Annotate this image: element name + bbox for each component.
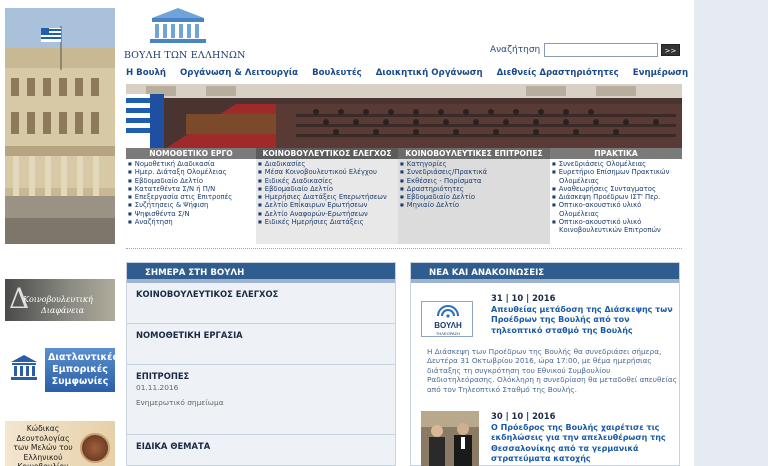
category-committees[interactable]: ΚΟΙΝΟΒΟΥΛΕΥΤΙΚΕΣ ΕΠΙΤΡΟΠΕΣ [398, 148, 550, 159]
today-item[interactable]: ΕΙΔΙΚΑ ΘΕΜΑΤΑ [127, 435, 395, 465]
list-item[interactable]: Κατηγορίες [400, 160, 550, 168]
agreements-text: Διατλαντικές Εμπορικές Συμφωνίες [45, 348, 118, 392]
news-item[interactable]: 30 | 10 | 2016 Ο Πρόεδρος της Βουλής χαι… [419, 411, 675, 466]
today-item-title: ΚΟΙΝΟΒΟΥΛΕΥΤΙΚΟΣ ΕΛΕΓΧΟΣ [136, 289, 279, 299]
nav-item-international[interactable]: Διεθνείς Δραστηριότητες [497, 68, 619, 82]
list-item[interactable]: Δελτίο Επίκαιρων Ερωτήσεων [258, 201, 398, 209]
transatlantic-agreements-banner[interactable]: Διατλαντικές Εμπορικές Συμφωνίες [5, 348, 118, 394]
today-item[interactable]: ΕΠΙΤΡΟΠΕΣ 01.11.2016 Ενημερωτικό σημείωμ… [127, 365, 395, 435]
category-headers: ΝΟΜΟΘΕΤΙΚΟ ΕΡΓΟ ΚΟΙΝΟΒΟΥΛΕΥΤΙΚΟΣ ΕΛΕΓΧΟΣ… [126, 148, 682, 159]
category-legislative[interactable]: ΝΟΜΟΘΕΤΙΚΟ ΕΡΓΟ [126, 148, 256, 159]
list-item[interactable]: Ημερήσιες Διατάξεις Επερωτήσεων [258, 193, 398, 201]
temple-icon [11, 355, 37, 380]
today-in-parliament-panel: ΣΗΜΕΡΑ ΣΤΗ ΒΟΥΛΗ ΚΟΙΝΟΒΟΥΛΕΥΤΙΚΟΣ ΕΛΕΓΧΟ… [126, 262, 396, 466]
nav-item-administration[interactable]: Διοικητική Οργάνωση [376, 68, 483, 82]
today-item-title: ΝΟΜΟΘΕΤΙΚΗ ΕΡΓΑΣΙΑ [136, 330, 243, 340]
news-date: 31 | 10 | 2016 [491, 293, 556, 303]
list-item[interactable]: Οπτικο-ακουστικό υλικό [552, 201, 682, 209]
plenary-chamber-photo [126, 84, 682, 148]
legislative-links: Νομοθετική Διαδικασία Ημερ. Διάταξη Ολομ… [126, 159, 256, 244]
list-item[interactable]: Αναζήτηση [128, 218, 256, 226]
list-item[interactable]: Ευρετήριο Επίσημων Πρακτικών [552, 168, 682, 176]
today-item-note[interactable]: Ενημερωτικό σημείωμα [136, 398, 386, 407]
news-panel: ΝΕΑ ΚΑΙ ΑΝΑΚΟΙΝΩΣΕΙΣ ΒΟΥΛΗ ΤΗΛΕΟΡΑΣΗ 31 … [410, 262, 680, 466]
control-links: Διαδικασίες Μέσα Κοινοβουλευτικού Ελέγχο… [256, 159, 398, 244]
nav-item-organization[interactable]: Οργάνωση & Λειτουργία [180, 68, 298, 82]
list-item[interactable]: Ολομέλειας [552, 210, 682, 218]
list-item[interactable]: Ολομέλειας [552, 177, 682, 185]
list-item[interactable]: Ειδικές Διαδικασίες [258, 177, 398, 185]
category-parliamentary-control[interactable]: ΚΟΙΝΟΒΟΥΛΕΥΤΙΚΟΣ ΕΛΕΓΧΟΣ [256, 148, 398, 159]
nav-item-mps[interactable]: Βουλευτές [312, 68, 362, 82]
list-item[interactable]: Ψηφισθέντα Σ/Ν [128, 210, 256, 218]
list-item[interactable]: Ημερ. Διάταξη Ολομέλειας [128, 168, 256, 176]
list-item[interactable]: Δραστηριότητες [400, 185, 550, 193]
minutes-links: Συνεδριάσεις Ολομέλειας Ευρετήριο Επίσημ… [550, 159, 682, 244]
today-item-date: 01.11.2016 [136, 383, 179, 392]
list-item[interactable]: Εκθέσεις - Πορίσματα [400, 177, 550, 185]
list-item[interactable]: Αναθεωρήσεις Συνταγματος [552, 185, 682, 193]
list-item[interactable]: Δελτίο Αναφορών-Ερωτήσεων [258, 210, 398, 218]
list-item[interactable]: Εβδομαδιαίο Δελτίο [258, 185, 398, 193]
today-item[interactable]: ΝΟΜΟΘΕΤΙΚΗ ΕΡΓΑΣΙΑ [127, 324, 395, 365]
right-gutter [694, 0, 768, 466]
list-item[interactable]: Οπτικο-ακουστικό υλικό [552, 218, 682, 226]
logo-text: ΒΟΥΛΗ ΤΩΝ ΕΛΛΗΝΩΝ [124, 50, 246, 61]
search-input[interactable] [544, 43, 658, 57]
list-item[interactable]: Επεξεργασία στις Επιτροπές [128, 193, 256, 201]
category-lists: Νομοθετική Διαδικασία Ημερ. Διάταξη Ολομ… [126, 159, 682, 244]
tv-logo-title: ΒΟΥΛΗ [434, 321, 462, 330]
parliament-logo-icon [146, 6, 210, 46]
section-divider [126, 248, 682, 249]
list-item[interactable]: Εβδομαδιαίο Δελτίο [128, 177, 256, 185]
list-item[interactable]: Μέσα Κοινοβουλευτικού Ελέγχου [258, 168, 398, 176]
ethics-seal-icon [80, 433, 110, 463]
parliament-building-photo [5, 8, 115, 244]
parliament-tv-logo: ΒΟΥΛΗ ΤΗΛΕΟΡΑΣΗ [421, 301, 473, 337]
today-item[interactable]: ΚΟΙΝΟΒΟΥΛΕΥΤΙΚΟΣ ΕΛΕΓΧΟΣ [127, 283, 395, 324]
nav-item-news[interactable]: Ενημέρωση [633, 68, 688, 82]
news-photo [421, 411, 479, 466]
news-headline[interactable]: Απευθείας μετάδοση της Διάσκεψης των Προ… [491, 305, 677, 336]
tv-logo-subtitle: ΤΗΛΕΟΡΑΣΗ [436, 331, 460, 336]
today-item-title: ΕΠΙΤΡΟΠΕΣ [136, 371, 190, 381]
category-minutes[interactable]: ΠΡΑΚΤΙΚΑ [550, 148, 682, 159]
search-button[interactable]: >> [661, 44, 680, 56]
list-item[interactable]: Μηνιαίο Δελτίο [400, 201, 550, 209]
news-date: 30 | 10 | 2016 [491, 411, 556, 421]
page: ΒΟΥΛΗ ΤΩΝ ΕΛΛΗΝΩΝ Αναζήτηση >> Η Βουλή Ο… [0, 0, 694, 466]
search-label: Αναζήτηση [490, 45, 541, 55]
transparency-line2: Διαφάνεια [41, 306, 85, 315]
list-item[interactable]: Νομοθετική Διαδικασία [128, 160, 256, 168]
news-item[interactable]: ΒΟΥΛΗ ΤΗΛΕΟΡΑΣΗ 31 | 10 | 2016 Απευθείας… [419, 293, 677, 403]
list-item[interactable]: Κατατεθέντα Σ/Ν ή Π/Ν [128, 185, 256, 193]
list-item[interactable]: Διάσκεψη Προέδρων ΙΣΤ' Περ. [552, 193, 682, 201]
news-headline[interactable]: Ο Πρόεδρος της Βουλής χαιρέτισε τις εκδη… [491, 423, 677, 465]
news-body: Η Διάσκεψη των Προέδρων της Βουλής θα συ… [427, 347, 677, 394]
main-nav: Η Βουλή Οργάνωση & Λειτουργία Βουλευτές … [126, 68, 688, 82]
parliament-logo[interactable]: ΒΟΥΛΗ ΤΩΝ ΕΛΛΗΝΩΝ [124, 6, 246, 62]
list-item[interactable]: Διαδικασίες [258, 160, 398, 168]
list-item[interactable]: Συνεδριάσεις/Πρακτικά [400, 168, 550, 176]
code-of-ethics-banner[interactable]: Κώδικας Δεοντολογίας των Μελών του Ελλην… [5, 421, 115, 466]
list-item[interactable]: Ειδικές Ημερήσιες Διατάξεις [258, 218, 398, 226]
committees-links: Κατηγορίες Συνεδριάσεις/Πρακτικά Εκθέσει… [398, 159, 550, 244]
today-panel-title: ΣΗΜΕΡΑ ΣΤΗ ΒΟΥΛΗ [127, 263, 395, 283]
parliamentary-transparency-banner[interactable]: Δ Κοινοβουλευτική Διαφάνεια [5, 279, 115, 321]
transparency-line1: Κοινοβουλευτική [23, 295, 93, 304]
news-panel-title: ΝΕΑ ΚΑΙ ΑΝΑΚΟΙΝΩΣΕΙΣ [411, 263, 679, 283]
list-item[interactable]: Συνεδριάσεις Ολομέλειας [552, 160, 682, 168]
today-item-title: ΕΙΔΙΚΑ ΘΕΜΑΤΑ [136, 441, 211, 451]
list-item[interactable]: Συζήτησεις & Ψήφιση [128, 201, 256, 209]
list-item[interactable]: Εβδομαδιαίο Δελτίο [400, 193, 550, 201]
nav-item-parliament[interactable]: Η Βουλή [126, 68, 166, 82]
ethics-text: Κώδικας Δεοντολογίας των Μελών του Ελλην… [13, 424, 73, 466]
list-item[interactable]: Κοινοβουλευτικών Επιτροπών [552, 226, 682, 234]
